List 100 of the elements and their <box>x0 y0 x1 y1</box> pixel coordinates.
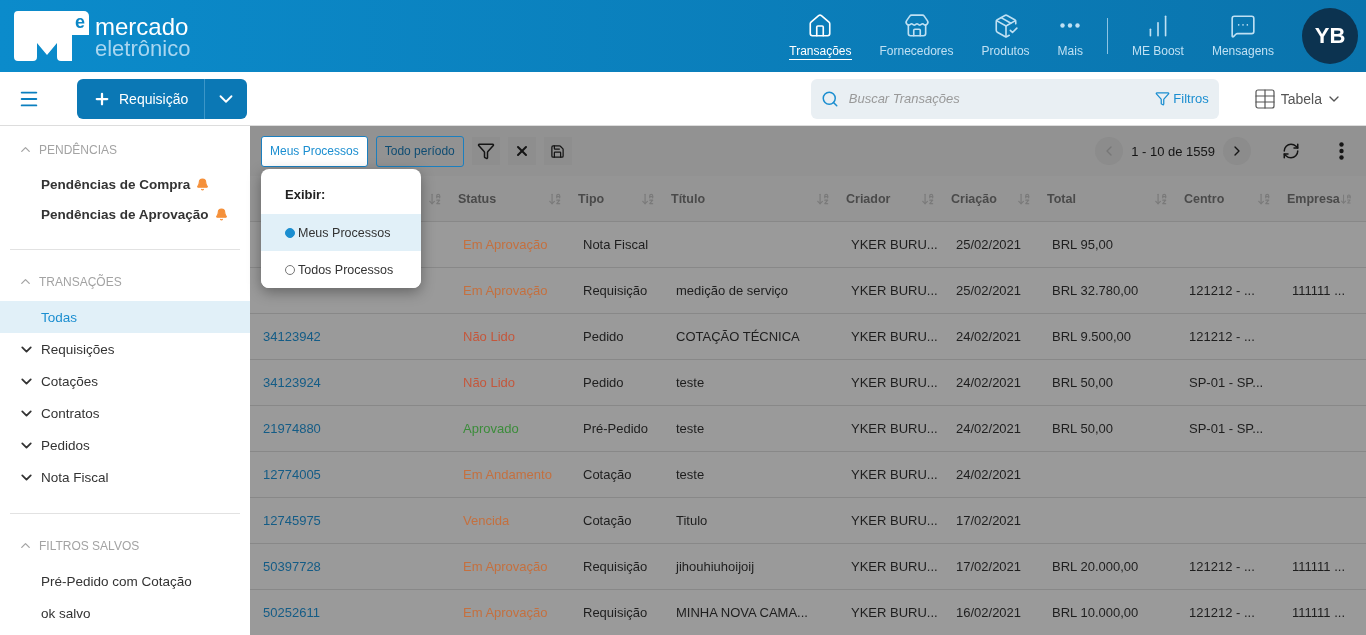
sidebar-item[interactable]: Pendências de Aprovação <box>0 199 250 229</box>
transaction-link[interactable]: 12774005 <box>250 467 450 482</box>
table-cell-text: YKER BURU... <box>850 421 939 436</box>
popup-option[interactable]: Meus Processos <box>261 214 421 251</box>
table-cell-text: 111111 ... <box>1291 283 1346 298</box>
search-icon <box>820 89 839 108</box>
transaction-link[interactable]: 50397728 <box>250 559 450 574</box>
table-cell-text: YKER BURU... <box>850 237 939 252</box>
sort-icon[interactable] <box>816 191 830 206</box>
section-title: TRANSAÇÕES <box>39 274 122 289</box>
table-cell-text: BRL 10.000,00 <box>1051 605 1140 620</box>
sidebar-item[interactable]: Pendências de Compra <box>0 169 250 199</box>
table-cell-text: teste <box>675 375 706 390</box>
sidebar-item[interactable]: Pré-Pedido com Cotação <box>0 565 250 597</box>
table-cell-text: 121212 - ... <box>1188 559 1256 574</box>
nav-item[interactable]: Transações <box>775 12 866 60</box>
table-cell-text: Pedido <box>582 329 625 344</box>
column-header[interactable]: Empresa <box>1287 191 1340 206</box>
table-cell-text: YKER BURU... <box>850 605 939 620</box>
filter-icon <box>1155 91 1171 106</box>
table-cell-text: BRL 20.000,00 <box>1051 559 1140 574</box>
sidebar-item[interactable]: Pedidos <box>0 429 250 461</box>
table-cell-text: medição de serviço <box>675 283 789 298</box>
nav-item[interactable]: Produtos <box>967 12 1044 60</box>
user-avatar[interactable]: YB <box>1302 8 1358 64</box>
table-cell-text: Titulo <box>675 513 709 528</box>
sidebar-item[interactable]: ok salvo <box>0 597 250 629</box>
period-button[interactable]: Todo período <box>375 135 464 167</box>
table-cell-text: SP-01 - SP... <box>1188 421 1265 436</box>
column-header[interactable]: Criação <box>951 191 997 206</box>
table-cell-text: jihouhiuhoijoij <box>674 559 756 574</box>
status-text: Não Lido <box>462 329 517 344</box>
status-text: Vencida <box>462 513 511 528</box>
column-header[interactable]: Tipo <box>578 191 605 206</box>
view-select[interactable]: Tabela <box>1246 85 1348 112</box>
transaction-link[interactable]: 34123924 <box>250 375 450 390</box>
box-icon <box>992 12 1019 39</box>
nav-item[interactable]: Mais <box>1043 12 1097 60</box>
column-header[interactable]: Status <box>458 191 497 206</box>
table-cell-text: YKER BURU... <box>850 283 939 298</box>
sort-icon[interactable] <box>428 191 442 206</box>
table-cell-text: 121212 - ... <box>1188 329 1256 344</box>
sort-icon[interactable] <box>1257 191 1271 206</box>
sidebar-item[interactable]: Nota Fiscal <box>0 461 250 493</box>
table-cell-text: 25/02/2021 <box>955 283 1023 298</box>
table-cell-text: 16/02/2021 <box>955 605 1023 620</box>
table-cell-text: teste <box>675 467 706 482</box>
sort-icon[interactable] <box>1154 191 1168 206</box>
table-cell-text: 121212 - ... <box>1188 605 1256 620</box>
sidebar-item[interactable]: Requisições <box>0 333 250 365</box>
nav-item[interactable]: ME Boost <box>1117 12 1198 60</box>
table-cell-text: BRL 50,00 <box>1051 421 1114 436</box>
next-page-button[interactable] <box>1223 137 1251 165</box>
table-cell-text: Pedido <box>582 375 625 390</box>
status-text: Em Aprovação <box>462 559 549 574</box>
sidebar-item[interactable]: Contratos <box>0 397 250 429</box>
sidebar-item[interactable]: Todas <box>0 301 250 333</box>
logo-name: mercado <box>95 16 189 39</box>
filter-button[interactable] <box>471 137 500 165</box>
sort-icon[interactable] <box>641 191 655 206</box>
save-button[interactable] <box>543 137 572 165</box>
table-cell-text: YKER BURU... <box>850 329 939 344</box>
column-header[interactable]: Total <box>1047 191 1076 206</box>
transaction-link[interactable]: 34123942 <box>250 329 450 344</box>
table-cell-text: Requisição <box>582 559 649 574</box>
column-header[interactable]: Título <box>671 191 705 206</box>
store-icon <box>903 12 930 39</box>
transaction-link[interactable]: 50252611 <box>250 605 450 620</box>
popup-option[interactable]: Todos Processos <box>261 251 421 288</box>
more-vertical-icon <box>1338 142 1344 160</box>
bell-icon <box>214 207 228 221</box>
table-cell-text: 111111 ... <box>1291 559 1346 574</box>
status-text: Em Andamento <box>462 467 553 482</box>
logo-tagline: eletrônico <box>95 38 191 60</box>
transaction-link[interactable]: 12745975 <box>250 513 450 528</box>
table-cell-text: YKER BURU... <box>850 375 939 390</box>
column-header[interactable]: Centro <box>1184 191 1225 206</box>
column-header[interactable]: Criador <box>846 191 891 206</box>
sort-icon[interactable] <box>1017 191 1031 206</box>
sort-icon[interactable] <box>921 191 935 206</box>
sort-icon[interactable] <box>548 191 562 206</box>
nav-item[interactable]: Fornecedores <box>865 12 968 60</box>
logo-mark: e <box>71 11 89 35</box>
nav-item[interactable]: Mensagens <box>1197 12 1288 60</box>
transaction-link[interactable]: 21974880 <box>250 421 450 436</box>
more-icon <box>1060 23 1081 28</box>
scope-button[interactable]: Meus Processos <box>261 135 368 167</box>
table-cell-text: MINHA NOVA CAMA... <box>675 605 809 620</box>
table-cell-text: 24/02/2021 <box>955 467 1023 482</box>
status-text: Não Lido <box>462 375 517 390</box>
sort-icon[interactable] <box>1339 191 1352 206</box>
table-cell-text: 121212 - ... <box>1188 283 1256 298</box>
table-cell-text: 24/02/2021 <box>955 375 1023 390</box>
previous-page-button[interactable] <box>1095 137 1124 165</box>
clear-button[interactable] <box>507 137 536 165</box>
table-cell-text: YKER BURU... <box>850 513 939 528</box>
status-text: Em Aprovação <box>462 605 549 620</box>
filters-link[interactable]: Filtros <box>1155 91 1209 106</box>
search-field[interactable]: Buscar Transações Filtros <box>810 78 1219 119</box>
sidebar-item[interactable]: Cotações <box>0 365 250 397</box>
